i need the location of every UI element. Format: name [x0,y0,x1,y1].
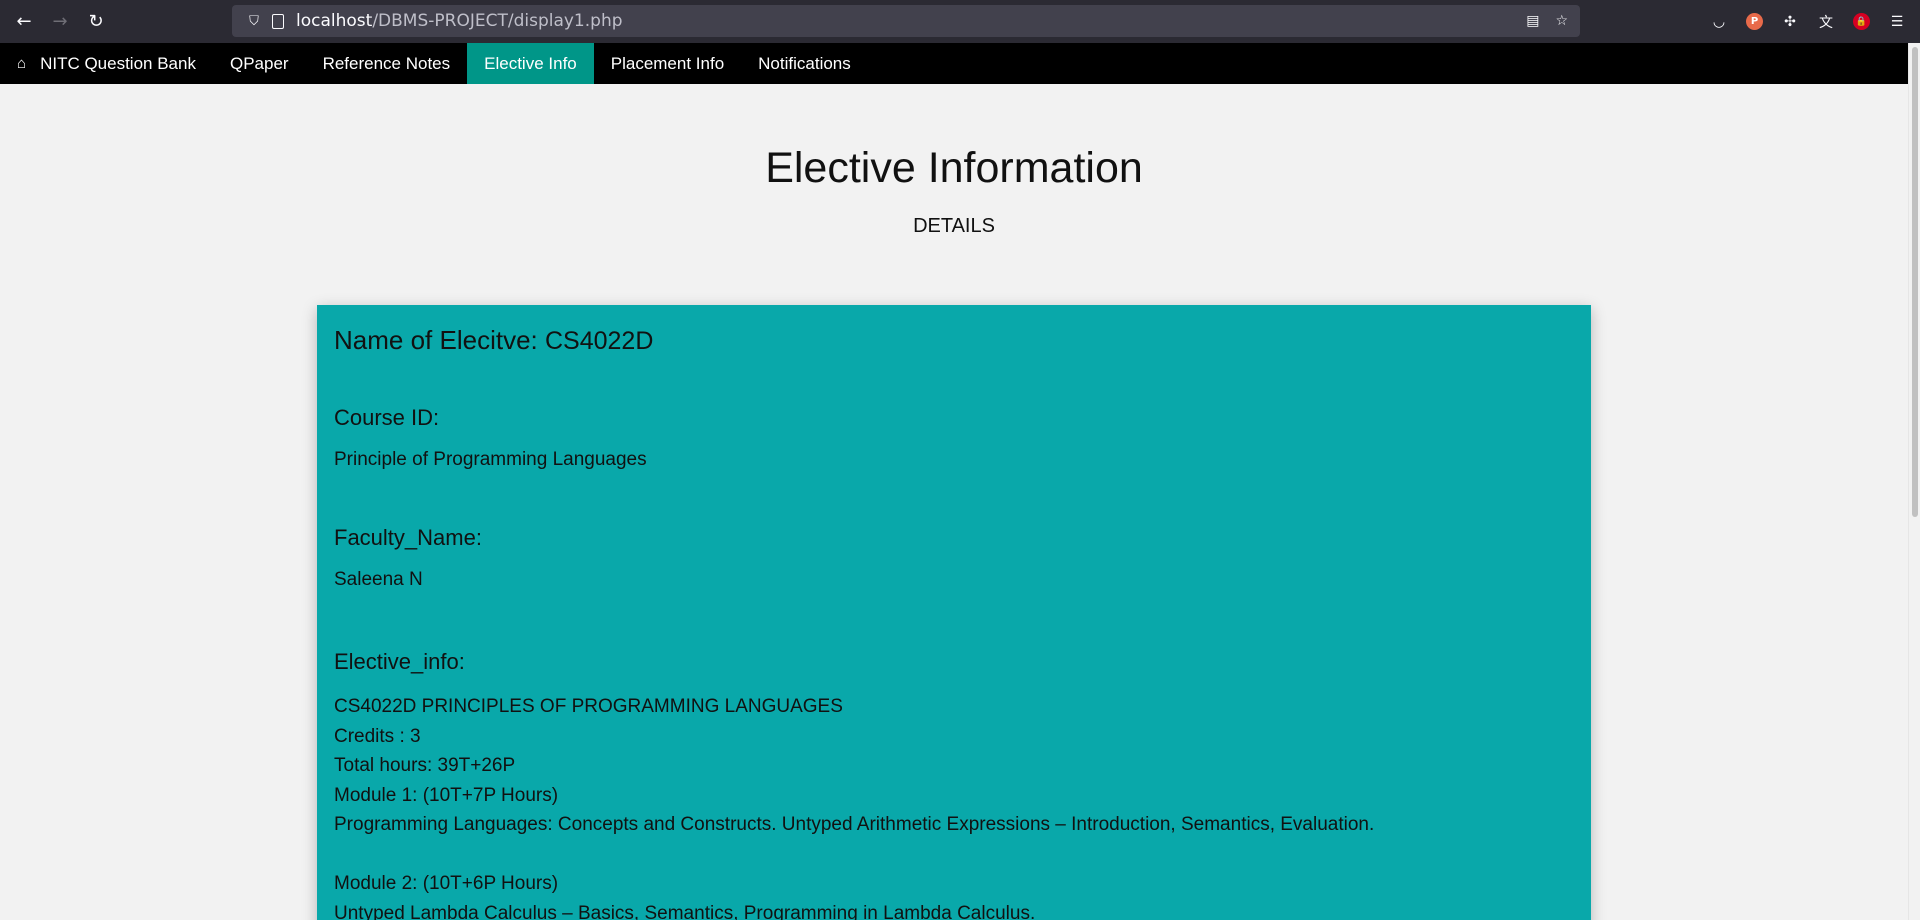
elective-info-line: Credits : 3 [334,725,421,747]
nav-item-notifications[interactable]: Notifications [741,43,868,84]
home-icon: ⌂ [17,55,27,72]
elective-info-line: Untyped Lambda Calculus – Basics, Semant… [334,902,1036,920]
browser-toolbar: ← → ↻ ⛉ localhost/DBMS-PROJECT/display1.… [0,0,1920,43]
site-navbar: ⌂ NITC Question Bank QPaper Reference No… [0,43,1908,84]
pocket-icon[interactable]: ◡ [1710,13,1728,31]
page-scrollbar[interactable] [1908,43,1920,920]
bookmark-star-icon[interactable]: ☆ [1555,13,1568,29]
nav-item-qpaper[interactable]: QPaper [213,43,306,84]
address-bar[interactable]: ⛉ localhost/DBMS-PROJECT/display1.php ▤ … [232,5,1580,37]
course-id-value: Principle of Programming Languages [334,449,647,470]
url-text[interactable]: localhost/DBMS-PROJECT/display1.php [296,11,623,31]
menu-icon[interactable]: ☰ [1888,13,1906,31]
elective-info-line: Module 2: (10T+6P Hours) [334,873,559,894]
scrollbar-thumb[interactable] [1912,47,1918,517]
elective-name-value: CS4022D [544,327,654,355]
url-path: /DBMS-PROJECT/display1.php [372,11,623,31]
elective-info-line: Total hours: 39T+26P [334,755,516,776]
elective-name-label: Name of Elecitve: [334,325,538,355]
lock-extension-icon[interactable]: 🔒 [1853,13,1870,30]
shield-icon[interactable]: ⛉ [246,13,262,29]
forward-icon[interactable]: → [42,0,78,43]
reader-view-icon[interactable]: ▤ [1526,13,1539,29]
nav-brand-label: NITC Question Bank [40,53,196,73]
elective-name-heading: Name of Elecitve: CS4022D [334,325,1574,356]
translate-icon[interactable]: 文 [1817,13,1835,31]
page-subtitle: DETAILS [913,215,995,237]
reload-icon[interactable]: ↻ [78,0,114,43]
url-host: localhost [296,11,373,31]
nav-item-reference-notes[interactable]: Reference Notes [306,43,468,84]
page-title: Elective Information [765,144,1143,192]
elective-info-line: CS4022D PRINCIPLES OF PROGRAMMING LANGUA… [334,696,843,717]
elective-info-text: CS4022D PRINCIPLES OF PROGRAMMING LANGUA… [334,692,1374,920]
elective-info-label: Elective_info: [334,649,465,674]
elective-info-line [334,840,1374,870]
elective-card: Name of Elecitve: CS4022D Course ID: Pri… [317,305,1591,920]
back-icon[interactable]: ← [6,0,42,43]
nav-item-elective-info[interactable]: Elective Info [467,43,594,84]
extension-icon[interactable]: ✣ [1781,13,1799,31]
profile-avatar[interactable]: P [1746,13,1763,30]
page-icon [272,13,284,29]
faculty-name-value: Saleena N [334,569,423,590]
elective-info-line: Programming Languages: Concepts and Cons… [334,814,1375,835]
nav-home-brand[interactable]: ⌂ NITC Question Bank [0,43,213,84]
course-id-label: Course ID: [334,405,440,430]
nav-item-placement-info[interactable]: Placement Info [594,43,741,84]
elective-info-line: Module 1: (10T+7P Hours) [334,784,559,806]
faculty-name-label: Faculty_Name: [334,525,482,550]
